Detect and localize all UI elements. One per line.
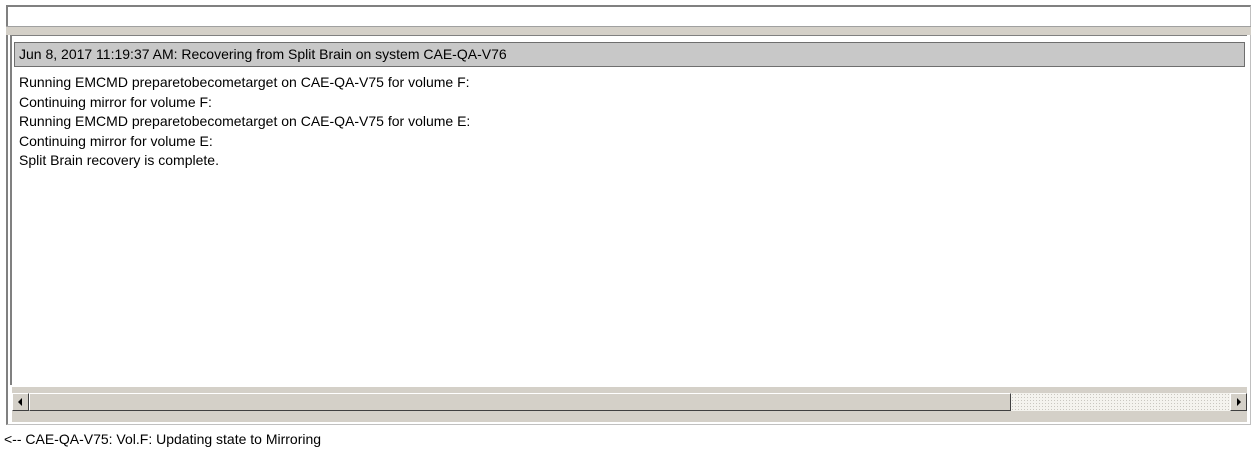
log-line: Split Brain recovery is complete. — [19, 152, 219, 168]
log-entry-header[interactable]: Jun 8, 2017 11:19:37 AM: Recovering from… — [14, 42, 1245, 67]
scrollbar-thumb[interactable] — [29, 393, 1011, 411]
log-line: Continuing mirror for volume E: — [19, 132, 213, 149]
log-line: Running EMCMD preparetobecometarget on C… — [19, 74, 470, 90]
status-message: <-- CAE-QA-V75: Vol.F: Updating state to… — [4, 431, 322, 447]
log-lines: Running EMCMD preparetobecometarget on C… — [19, 73, 1219, 171]
panel-top-strip — [6, 26, 1251, 35]
arrow-right-icon — [1237, 398, 1241, 406]
log-line: Running EMCMD preparetobecometarget on C… — [19, 113, 471, 129]
horizontal-scrollbar[interactable] — [12, 387, 1247, 422]
arrow-left-icon — [18, 398, 22, 406]
log-line: Continuing mirror for volume F: — [19, 93, 212, 110]
scroll-right-button[interactable] — [1230, 393, 1247, 411]
scroll-left-button[interactable] — [12, 393, 29, 411]
